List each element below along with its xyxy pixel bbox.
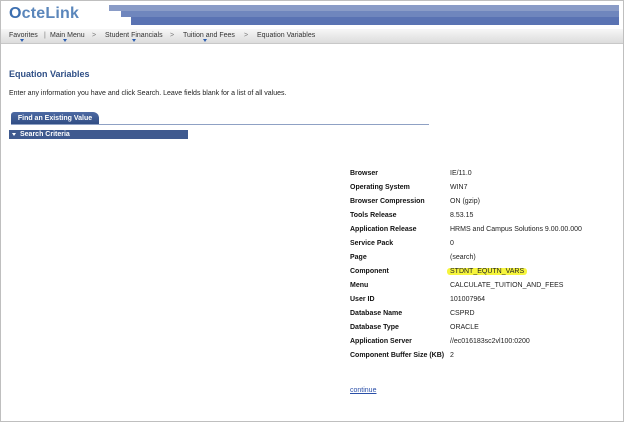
search-criteria-header[interactable]: Search Criteria: [9, 130, 188, 139]
info-value: 101007964: [450, 296, 486, 303]
info-label: User ID: [350, 296, 375, 303]
chevron-down-icon[interactable]: [63, 39, 67, 42]
ctelink-logo[interactable]: OcteLink: [9, 5, 79, 23]
info-label: Page: [350, 254, 367, 261]
expand-arrow-icon[interactable]: [12, 132, 16, 136]
chevron-down-icon[interactable]: [132, 39, 136, 42]
info-label: Browser Compression: [350, 198, 425, 205]
window-frame: [0, 0, 624, 422]
info-label: Application Release: [350, 226, 417, 233]
info-label: Browser: [350, 170, 379, 177]
info-value: 2: [450, 352, 454, 359]
header: OcteLink: [1, 1, 623, 29]
nav-equation-variables[interactable]: Equation Variables: [257, 32, 315, 39]
nav-separator: >: [244, 32, 249, 39]
info-value: (search): [450, 254, 476, 261]
nav-student-financials[interactable]: Student Financials: [105, 32, 163, 39]
info-value: 8.53.15: [450, 212, 474, 219]
page-title: Equation Variables: [9, 69, 90, 79]
nav-main-menu[interactable]: Main Menu: [50, 32, 85, 39]
page-instructions: Enter any information you have and click…: [9, 90, 287, 97]
info-value: IE/11.0: [450, 170, 472, 177]
info-value: CALCULATE_TUITION_AND_FEES: [450, 282, 564, 289]
nav-pipe: |: [44, 32, 46, 39]
info-value: WIN7: [450, 184, 468, 191]
search-criteria-label: Search Criteria: [20, 131, 70, 138]
info-label: Database Type: [350, 324, 399, 331]
continue-link[interactable]: continue: [350, 387, 376, 394]
nav-separator: >: [170, 32, 175, 39]
chevron-down-icon[interactable]: [20, 39, 24, 42]
nav-separator: >: [92, 32, 97, 39]
info-label: Service Pack: [350, 240, 394, 247]
info-label: Component Buffer Size (KB): [350, 352, 445, 359]
banner-stripe: [131, 17, 619, 25]
breadcrumb-nav: Favorites | Main Menu > Student Financia…: [1, 29, 623, 44]
info-value: //ec016183sc2vl100:0200: [450, 338, 530, 345]
info-label: Menu: [350, 282, 369, 289]
tab-divider: [11, 124, 429, 125]
nav-favorites[interactable]: Favorites: [9, 32, 38, 39]
nav-tuition-and-fees[interactable]: Tuition and Fees: [183, 32, 235, 39]
info-value: ORACLE: [450, 324, 479, 331]
info-value: 0: [450, 240, 454, 247]
info-label: Tools Release: [350, 212, 397, 219]
info-value: CSPRD: [450, 310, 475, 317]
info-value-highlighted: STDNT_EQUTN_VARS: [447, 268, 528, 275]
info-label: Operating System: [350, 184, 410, 191]
chevron-down-icon[interactable]: [203, 39, 207, 42]
info-label: Application Server: [350, 338, 412, 345]
info-value: ON (gzip): [450, 198, 480, 205]
header-banner: [109, 5, 619, 27]
info-label: Component: [350, 268, 389, 275]
info-value: HRMS and Campus Solutions 9.00.00.000: [450, 226, 582, 233]
info-label: Database Name: [350, 310, 403, 317]
